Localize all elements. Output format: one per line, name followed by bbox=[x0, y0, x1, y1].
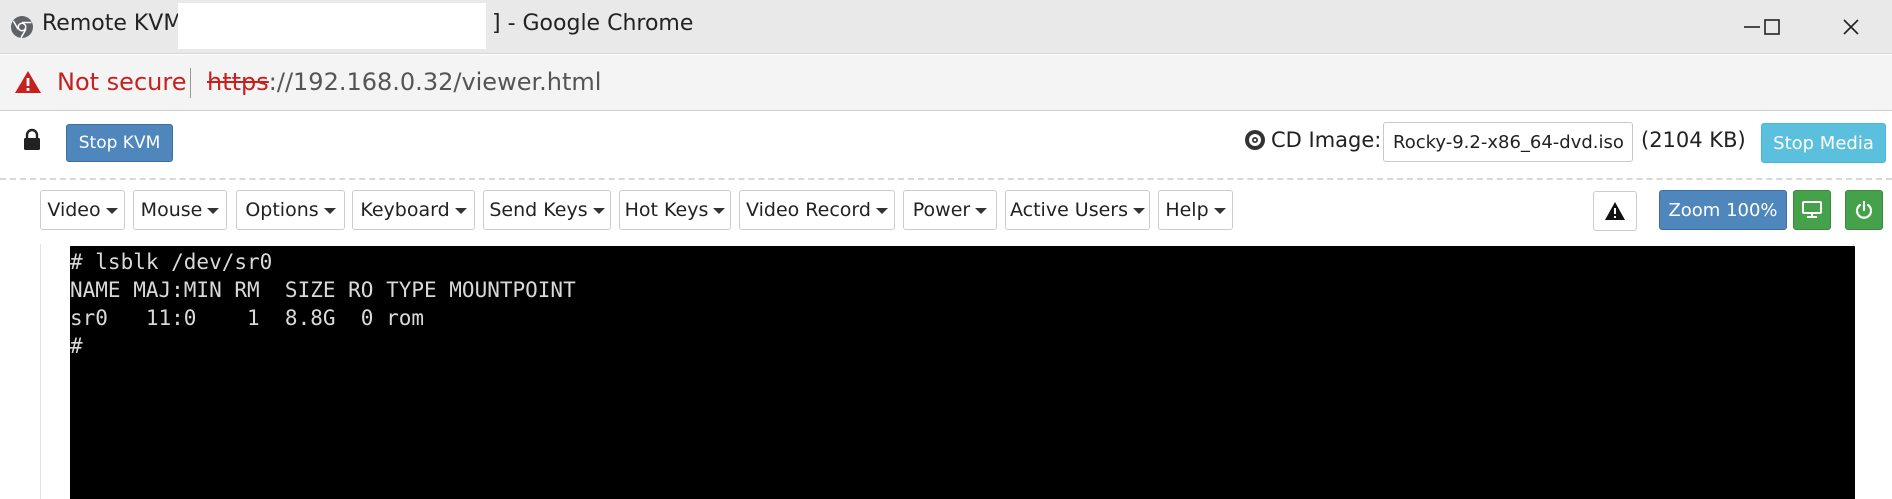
cd-icon bbox=[1245, 130, 1265, 150]
caret-down-icon bbox=[1213, 208, 1226, 214]
alert-button[interactable] bbox=[1593, 191, 1637, 231]
caret-down-icon bbox=[323, 208, 336, 214]
menu-label: Active Users bbox=[1009, 199, 1129, 221]
caret-down-icon bbox=[975, 208, 988, 214]
lock-icon bbox=[24, 128, 40, 150]
url-rest: ://192.168.0.32/viewer.html bbox=[268, 68, 602, 96]
kvm-toolbar: Stop KVM CD Image: Rocky-9.2-x86_64-dvd.… bbox=[0, 112, 1892, 180]
menu-label: Power bbox=[912, 199, 971, 221]
menu-label: Video Record bbox=[746, 199, 871, 221]
caret-down-icon bbox=[592, 208, 605, 214]
caret-down-icon bbox=[207, 208, 220, 214]
close-icon bbox=[1843, 19, 1859, 35]
menu-label: Mouse bbox=[140, 199, 203, 221]
url-field[interactable]: https://192.168.0.32/viewer.html bbox=[207, 68, 601, 96]
power-button[interactable] bbox=[1845, 190, 1883, 230]
stop-kvm-button[interactable]: Stop KVM bbox=[66, 124, 173, 162]
window-title-suffix: ] - Google Chrome bbox=[492, 11, 694, 36]
caret-down-icon bbox=[875, 208, 888, 214]
menu-help[interactable]: Help bbox=[1158, 190, 1233, 230]
menu-active-users[interactable]: Active Users bbox=[1005, 190, 1150, 230]
not-secure-label[interactable]: Not secure bbox=[57, 68, 186, 96]
caret-down-icon bbox=[105, 208, 118, 214]
maximize-button[interactable] bbox=[1737, 0, 1807, 54]
monitor-icon bbox=[1802, 201, 1822, 218]
chrome-icon bbox=[11, 16, 33, 39]
menu-mouse[interactable]: Mouse bbox=[133, 190, 227, 230]
console-line: NAME MAJ:MIN RM SIZE RO TYPE MOUNTPOINT bbox=[70, 278, 576, 302]
redacted-area bbox=[178, 3, 486, 49]
cd-image-field[interactable]: Rocky-9.2-x86_64-dvd.iso bbox=[1383, 122, 1633, 162]
stop-media-button[interactable]: Stop Media bbox=[1761, 123, 1886, 163]
caret-down-icon bbox=[1133, 208, 1146, 214]
console-line: sr0 11:0 1 8.8G 0 rom bbox=[70, 306, 425, 330]
zoom-button[interactable]: Zoom 100% bbox=[1659, 190, 1787, 230]
menu-keyboard[interactable]: Keyboard bbox=[352, 190, 475, 230]
menu-power[interactable]: Power bbox=[903, 190, 997, 230]
window-title-bar: Remote KVM [ ] - Google Chrome bbox=[0, 0, 1892, 54]
menu-label: Keyboard bbox=[360, 199, 450, 221]
address-separator bbox=[190, 68, 191, 98]
menu-send-keys[interactable]: Send Keys bbox=[483, 190, 611, 230]
cd-image-label: CD Image: bbox=[1271, 128, 1382, 152]
menu-label: Hot Keys bbox=[624, 199, 709, 221]
caret-down-icon bbox=[713, 208, 726, 214]
window-title: Remote KVM [ bbox=[42, 11, 198, 36]
menu-label: Options bbox=[245, 199, 319, 221]
close-window-button[interactable] bbox=[1816, 0, 1886, 54]
menu-label: Video bbox=[47, 199, 101, 221]
menu-video-record[interactable]: Video Record bbox=[739, 190, 895, 230]
display-button[interactable] bbox=[1793, 190, 1831, 230]
menu-label: Send Keys bbox=[489, 199, 588, 221]
console-line: # bbox=[70, 334, 83, 358]
menu-label: Help bbox=[1165, 199, 1209, 221]
caret-down-icon bbox=[454, 208, 467, 214]
maximize-icon bbox=[1764, 19, 1780, 35]
power-icon bbox=[1855, 200, 1873, 219]
kvm-console-screen[interactable]: # lsblk /dev/sr0 NAME MAJ:MIN RM SIZE RO… bbox=[70, 246, 1855, 499]
kvm-menu-bar: Video Mouse Options Keyboard Send Keys H… bbox=[0, 182, 1892, 242]
console-line: # lsblk /dev/sr0 bbox=[70, 250, 273, 274]
url-scheme: https bbox=[207, 68, 269, 96]
warning-icon bbox=[1605, 202, 1625, 220]
cd-image-size: (2104 KB) bbox=[1641, 128, 1746, 152]
address-bar: Not secure https://192.168.0.32/viewer.h… bbox=[0, 55, 1892, 111]
menu-options[interactable]: Options bbox=[236, 190, 345, 230]
warning-icon[interactable] bbox=[14, 69, 42, 95]
menu-hot-keys[interactable]: Hot Keys bbox=[619, 190, 731, 230]
menu-video[interactable]: Video bbox=[40, 190, 125, 230]
